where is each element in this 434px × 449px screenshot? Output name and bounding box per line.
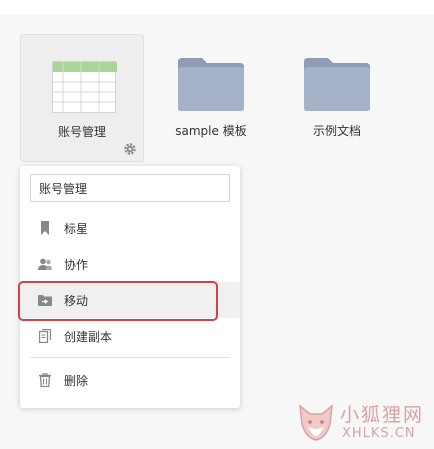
menu-item-label: 标星 (64, 221, 89, 236)
rename-input[interactable] (30, 174, 230, 202)
file-name-label: 示例文档 (312, 124, 361, 138)
watermark-text-cn: 小狐狸网 (340, 404, 425, 426)
menu-item-star[interactable]: 标星 (20, 210, 240, 246)
top-strip (0, 0, 434, 14)
bookmark-icon (38, 221, 52, 235)
file-tile-spreadsheet[interactable]: 账号管理 (20, 34, 144, 162)
gear-icon[interactable] (123, 141, 137, 155)
menu-item-label: 删除 (64, 373, 89, 388)
move-folder-icon (38, 293, 52, 307)
menu-item-move[interactable]: 移动 (20, 282, 240, 318)
spreadsheet-thumbnail-icon (52, 61, 117, 114)
watermark: 小狐狸网 XHLKS.CN (296, 398, 432, 446)
menu-divider (30, 357, 230, 358)
file-name-label: 账号管理 (57, 125, 106, 139)
menu-item-label: 协作 (64, 257, 89, 272)
file-tile-folder-examples[interactable]: 示例文档 (282, 34, 392, 154)
watermark-text-en: XHLKS.CN (342, 426, 416, 441)
fox-logo-icon (299, 404, 333, 441)
trash-icon (38, 373, 52, 387)
folder-icon (302, 56, 372, 112)
context-menu: 标星 协作 移动 创建副本 (20, 166, 240, 408)
file-name-label: sample 模板 (175, 124, 247, 138)
users-icon (38, 257, 52, 271)
file-tile-folder-sample[interactable]: sample 模板 (156, 34, 266, 154)
copy-icon (38, 329, 52, 343)
menu-item-delete[interactable]: 删除 (20, 362, 240, 398)
folder-icon (176, 56, 246, 112)
menu-item-collaborate[interactable]: 协作 (20, 246, 240, 282)
menu-item-label: 移动 (64, 293, 89, 308)
menu-item-duplicate[interactable]: 创建副本 (20, 318, 240, 354)
menu-item-label: 创建副本 (64, 329, 113, 344)
